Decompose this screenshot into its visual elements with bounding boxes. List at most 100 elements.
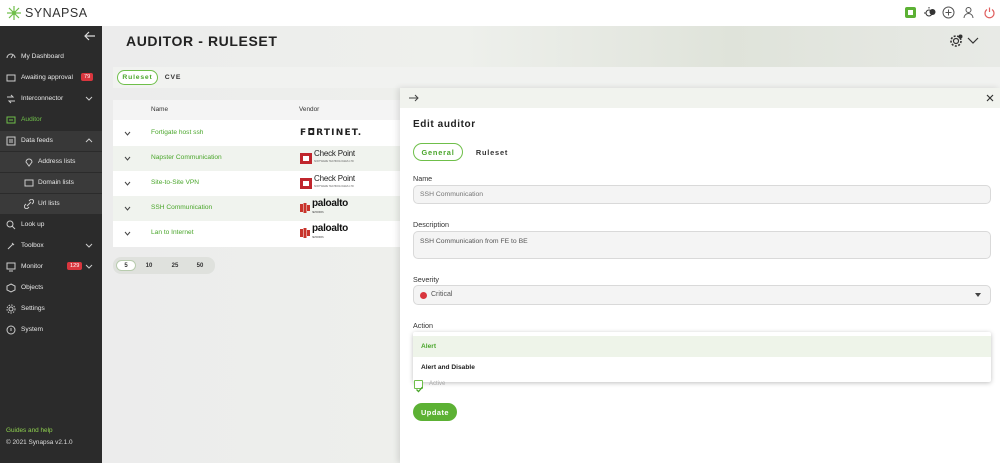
- description-field[interactable]: SSH Communication from FE to BE: [413, 231, 991, 259]
- sidebar-item-domain-lists[interactable]: Domain lists: [0, 173, 102, 193]
- location-pin-icon: [25, 158, 33, 167]
- tab-cve[interactable]: CVE: [160, 70, 186, 85]
- logo-text: SYNAPSA: [25, 6, 88, 20]
- sidebar-item-objects[interactable]: Objects: [0, 278, 102, 298]
- domain-lists-icon: [24, 179, 34, 187]
- top-bar: [102, 0, 1000, 26]
- page-size-option[interactable]: 10: [139, 260, 159, 271]
- rule-name[interactable]: SSH Communication: [151, 204, 212, 211]
- arrow-right-icon[interactable]: [409, 94, 419, 102]
- tab-ruleset-drawer[interactable]: Ruleset: [470, 143, 514, 161]
- paloalto-logo-subtext: NETWORKS: [312, 236, 324, 239]
- severity-select[interactable]: [413, 285, 991, 305]
- copyright-text: © 2021 Synapsa v2.1.0: [6, 439, 73, 446]
- name-field[interactable]: [413, 185, 991, 204]
- sidebar-item-auditor[interactable]: Auditor: [0, 110, 102, 130]
- sidebar-item-settings[interactable]: Settings: [0, 299, 102, 319]
- sidebar-item-dashboard[interactable]: My Dashboard: [0, 47, 102, 67]
- sidebar-item-look-up[interactable]: Look up: [0, 215, 102, 235]
- active-checkbox[interactable]: [414, 380, 423, 393]
- sidebar-item-label: Data feeds: [21, 137, 53, 144]
- checkpoint-logo-subtext: SOFTWARE TECHNOLOGIES LTD: [314, 185, 354, 188]
- action-option-alert[interactable]: Alert: [413, 336, 991, 357]
- sidebar-item-label: Url lists: [38, 200, 60, 207]
- expand-row-icon[interactable]: [124, 156, 131, 161]
- rule-name[interactable]: Fortigate host ssh: [151, 129, 203, 136]
- tab-general[interactable]: General: [413, 143, 463, 161]
- page-size-option[interactable]: 25: [165, 260, 185, 271]
- expand-row-icon[interactable]: [124, 231, 131, 236]
- sidebar-item-label: Awaiting approval: [21, 74, 73, 81]
- table-row[interactable]: Site-to-Site VPN Check Point SOFTWARE TEC…: [113, 171, 400, 196]
- table-row[interactable]: Fortigate host ssh F◘RTINET.: [113, 121, 400, 146]
- sidebar-item-label: Address lists: [38, 158, 76, 165]
- gear-icon: [6, 304, 16, 314]
- sidebar-item-awaiting-approval[interactable]: Awaiting approval 79: [0, 68, 102, 88]
- link-icon: [24, 199, 34, 209]
- sidebar-item-address-lists[interactable]: Address lists: [0, 152, 102, 172]
- page-size-option[interactable]: 50: [190, 260, 210, 271]
- sidebar-item-label: System: [21, 326, 43, 333]
- table-row[interactable]: SSH Communication paloalto NETWORKS: [113, 196, 400, 221]
- sidebar-item-monitor[interactable]: Monitor 129: [0, 257, 102, 277]
- chevron-down-icon[interactable]: [967, 37, 979, 45]
- sidebar-item-label: Settings: [21, 305, 45, 312]
- rule-name[interactable]: Site-to-Site VPN: [151, 179, 199, 186]
- action-option-alert-and-disable[interactable]: Alert and Disable: [413, 357, 991, 378]
- logo[interactable]: SYNAPSA: [0, 0, 102, 26]
- checkpoint-logo-subtext: SOFTWARE TECHNOLOGIES LTD: [314, 160, 354, 163]
- name-label: Name: [413, 174, 433, 183]
- update-button[interactable]: Update: [413, 403, 457, 421]
- monitor-count-badge: 129: [67, 262, 83, 270]
- chevron-down-icon[interactable]: [85, 243, 93, 248]
- chevron-up-icon[interactable]: [85, 138, 93, 143]
- synapsa-logo-icon: [7, 6, 21, 20]
- sidebar-item-label: Toolbox: [21, 242, 44, 249]
- tab-ruleset[interactable]: Ruleset: [117, 70, 158, 85]
- description-label: Description: [413, 220, 449, 229]
- sidebar-item-system[interactable]: System: [0, 320, 102, 340]
- expand-row-icon[interactable]: [124, 206, 131, 211]
- approval-count-badge: 79: [81, 73, 94, 81]
- search-icon: [6, 220, 16, 230]
- paloalto-logo-icon: [300, 203, 310, 213]
- expand-row-icon[interactable]: [124, 131, 131, 136]
- auditor-icon: [6, 116, 16, 124]
- paloalto-logo-icon: [300, 228, 310, 238]
- rule-name[interactable]: Lan to Internet: [151, 229, 194, 236]
- vendor-logo-checkpoint: Check Point SOFTWARE TECHNOLOGIES LTD: [300, 150, 355, 165]
- sidebar-item-interconnector[interactable]: Interconnector: [0, 89, 102, 109]
- column-header-vendor[interactable]: Vendor: [299, 106, 319, 113]
- chevron-down-icon[interactable]: [85, 96, 93, 101]
- monitor-icon: [6, 262, 16, 272]
- chevron-down-icon[interactable]: [85, 264, 93, 269]
- active-label: Active: [429, 381, 446, 387]
- vendor-logo-fortinet: F◘RTINET.: [300, 126, 362, 140]
- page-size-option[interactable]: 5: [116, 260, 136, 271]
- sidebar-item-data-feeds[interactable]: Data feeds: [0, 131, 102, 151]
- table-row[interactable]: Lan to Internet paloalto NETWORKS: [113, 221, 400, 246]
- dashboard-icon: [6, 53, 16, 59]
- rule-name[interactable]: Napster Communication: [151, 154, 222, 161]
- settings-gear-icon[interactable]: [949, 34, 963, 48]
- close-icon[interactable]: [986, 94, 994, 102]
- table-row[interactable]: Napster Communication Check Point SOFTWAR…: [113, 146, 400, 171]
- severity-value: Critical: [431, 291, 453, 298]
- checkpoint-logo-text: Check Point: [314, 174, 355, 183]
- chat-icon[interactable]: [904, 6, 917, 19]
- collapse-sidebar-icon[interactable]: [84, 31, 96, 41]
- expand-row-icon[interactable]: [124, 181, 131, 186]
- guides-and-help-link[interactable]: Guides and help: [6, 427, 53, 434]
- toolbox-icon: [7, 242, 15, 250]
- power-icon[interactable]: [983, 6, 996, 19]
- column-header-name[interactable]: Name: [151, 106, 168, 113]
- caret-down-icon[interactable]: [975, 293, 981, 297]
- sidebar-item-toolbox[interactable]: Toolbox: [0, 236, 102, 256]
- user-icon[interactable]: [962, 6, 975, 19]
- sidebar-item-label: Domain lists: [38, 179, 74, 186]
- add-circle-icon[interactable]: [942, 6, 955, 19]
- sidebar-item-url-lists[interactable]: Url lists: [0, 194, 102, 214]
- data-feeds-icon: [6, 136, 16, 146]
- checkmark-icon: [416, 386, 423, 393]
- theme-toggle-icon[interactable]: [923, 6, 936, 19]
